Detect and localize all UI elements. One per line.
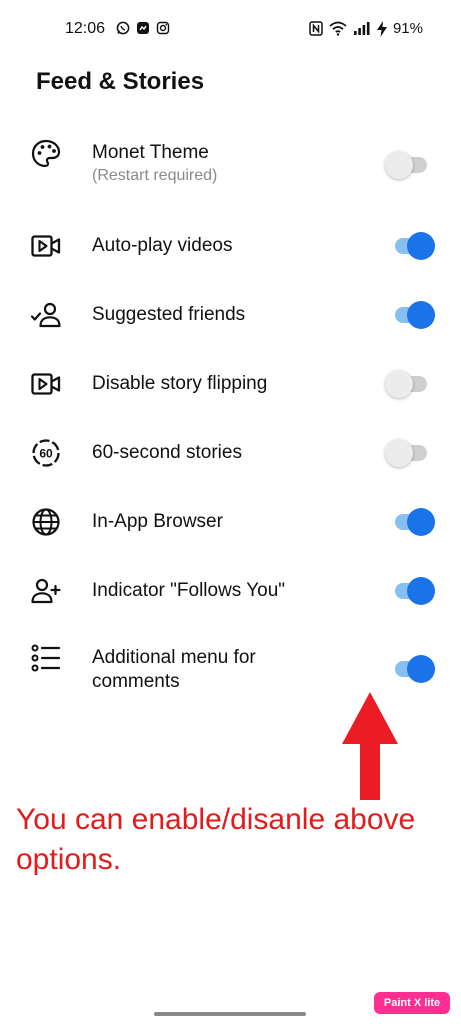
messenger-icon [136,21,150,35]
setting-label: In-App Browser [92,511,223,532]
home-indicator[interactable] [154,1012,306,1016]
user-check-icon [30,299,62,331]
follows-you-indicator-toggle[interactable] [385,576,437,606]
video-icon [30,368,62,400]
page-title: Feed & Stories [36,68,205,95]
charging-icon [376,20,387,37]
setting-row-in-app-browser[interactable]: In-App Browser [0,504,461,540]
setting-label: Auto-play videos [92,235,233,256]
nfc-icon [309,21,323,36]
battery-percentage: 91% [392,20,423,37]
setting-row-60-second-stories[interactable]: 60 60-second stories [0,435,461,471]
setting-label: Indicator "Follows You" [92,580,286,601]
setting-row-additional-menu-comments[interactable]: Additional menu for comments [0,642,461,698]
suggested-friends-toggle[interactable] [385,300,437,330]
setting-sublabel: (Restart required) [92,167,218,184]
palette-icon [30,138,62,170]
disable-story-flipping-toggle[interactable] [385,369,437,399]
instagram-icon [156,21,170,35]
wifi-icon [329,21,347,36]
globe-icon [30,506,62,538]
setting-row-monet-theme[interactable]: Monet Theme (Restart required) [0,136,461,200]
setting-row-auto-play-videos[interactable]: Auto-play videos [0,228,461,264]
annotation-text: You can enable/disanle above options. [16,803,416,876]
monet-theme-toggle[interactable] [385,150,437,180]
setting-row-suggested-friends[interactable]: Suggested friends [0,297,461,333]
in-app-browser-toggle[interactable] [385,507,437,537]
list-icon [30,642,62,674]
system-status-icons: 91% [309,20,423,37]
whatsapp-icon [116,21,130,35]
status-time: 12:06 [65,20,106,37]
setting-label: Suggested friends [92,304,246,325]
paint-x-lite-watermark: Paint X lite [374,992,450,1014]
setting-label: Disable story flipping [92,373,268,394]
setting-label: Monet Theme [92,142,209,163]
arrow-up-icon [342,692,398,800]
additional-menu-comments-toggle[interactable] [385,654,437,684]
setting-label: Additional menu for comments [92,647,256,692]
notification-icons [116,21,170,35]
signal-icon [353,21,371,36]
user-plus-icon [30,575,62,607]
video-icon [30,230,62,262]
status-bar: 12:06 91% [0,0,461,60]
setting-row-follows-you-indicator[interactable]: Indicator "Follows You" [0,573,461,609]
60-second-stories-toggle[interactable] [385,438,437,468]
svg-text:60: 60 [39,447,53,461]
setting-row-disable-story-flipping[interactable]: Disable story flipping [0,366,461,402]
auto-play-videos-toggle[interactable] [385,231,437,261]
sixty-seconds-icon: 60 [30,437,62,469]
setting-label: 60-second stories [92,442,242,463]
